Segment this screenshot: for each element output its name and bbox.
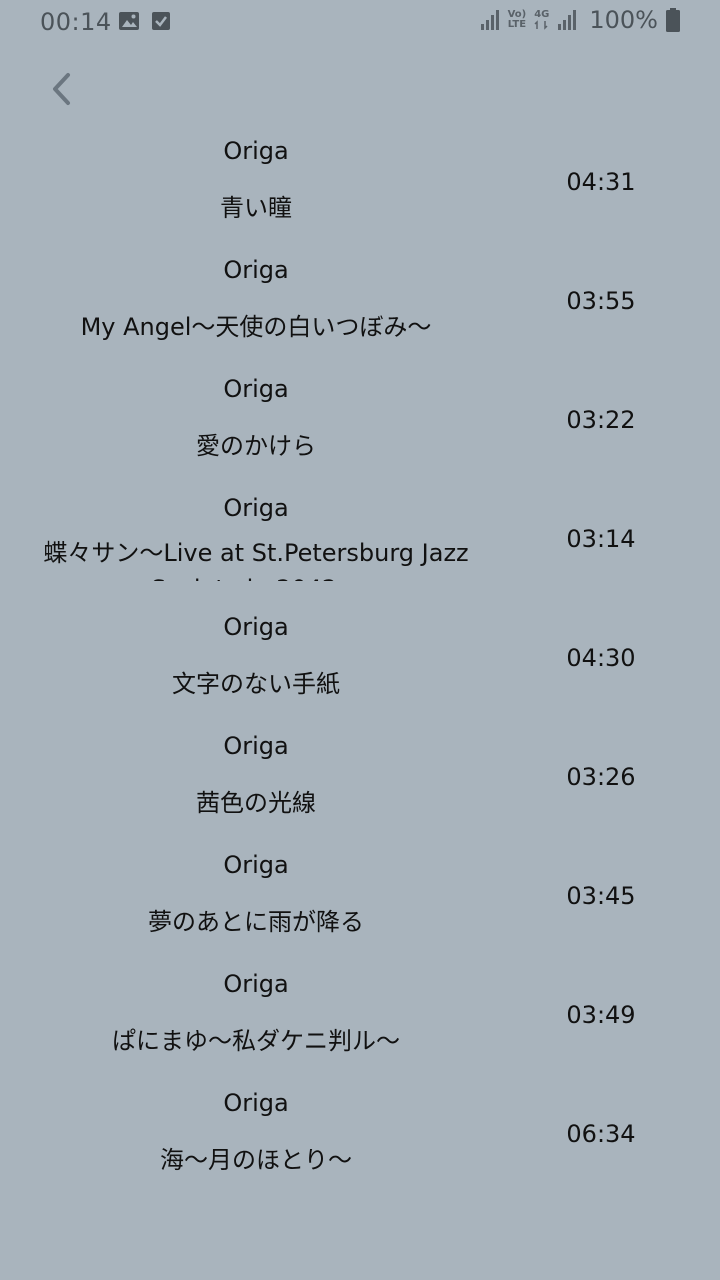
4g-icon: 4G [534,10,549,30]
volte-bottom-label: LTE [507,19,527,30]
notification-icons [118,10,172,32]
track-list: Origa 青い瞳 04:31 Origa My Angel〜天使の白いつぼみ〜… [0,126,720,1197]
track-artist: Origa [223,851,289,879]
track-row[interactable]: Origa 文字のない手紙 04:30 [0,602,720,721]
track-duration: 03:49 [566,1001,636,1029]
track-row[interactable]: Origa 夢のあとに雨が降る 03:45 [0,840,720,959]
track-artist: Origa [223,137,289,165]
track-title: ぱにまゆ〜私ダケニ判ル〜 [112,1027,400,1055]
track-row[interactable]: Origa My Angel〜天使の白いつぼみ〜 03:55 [0,245,720,364]
track-title: My Angel〜天使の白いつぼみ〜 [80,313,432,341]
track-duration: 04:31 [566,168,636,196]
track-title: 青い瞳 [220,194,292,222]
volte-icon: Vo) LTE [508,10,527,30]
battery-icon [666,8,680,32]
signal-icon [557,9,577,31]
track-artist: Origa [223,1089,289,1117]
battery-percent: 100% [589,6,658,34]
track-artist: Origa [223,256,289,284]
net-label: 4G [534,9,550,20]
track-duration: 03:45 [566,882,636,910]
track-duration: 03:55 [566,287,636,315]
track-artist: Origa [223,732,289,760]
track-duration: 06:34 [566,1120,636,1148]
track-title: 蝶々サン〜Live at St.Petersburg Jazz Society … [43,539,469,581]
track-title: 夢のあとに雨が降る [148,908,364,936]
track-artist: Origa [223,970,289,998]
back-button[interactable] [38,66,84,116]
signal-icon [480,9,500,31]
track-row[interactable]: Origa 蝶々サン〜Live at St.Petersburg Jazz So… [0,483,720,602]
track-row[interactable]: Origa 茜色の光線 03:26 [0,721,720,840]
track-row[interactable]: Origa 海〜月のほとり〜 06:34 [0,1078,720,1197]
track-row[interactable]: Origa 愛のかけら 03:22 [0,364,720,483]
track-duration: 03:26 [566,763,636,791]
system-icons: Vo) LTE 4G 100% [480,6,680,34]
track-title: 海〜月のほとり〜 [160,1146,352,1174]
track-title: 愛のかけら [196,432,316,460]
status-bar: 00:14 Vo) LTE 4G 100% [0,0,720,44]
track-title: 茜色の光線 [196,789,316,817]
track-title: 文字のない手紙 [172,670,340,698]
track-artist: Origa [223,375,289,403]
checkbox-icon [150,10,172,32]
track-artist: Origa [223,613,289,641]
track-row[interactable]: Origa ぱにまゆ〜私ダケニ判ル〜 03:49 [0,959,720,1078]
track-artist: Origa [223,494,289,522]
track-duration: 04:30 [566,644,636,672]
track-duration: 03:22 [566,406,636,434]
image-icon [118,10,140,32]
status-time: 00:14 [40,8,112,36]
chevron-left-icon [48,71,74,111]
track-row[interactable]: Origa 青い瞳 04:31 [0,126,720,245]
track-duration: 03:14 [566,525,636,553]
